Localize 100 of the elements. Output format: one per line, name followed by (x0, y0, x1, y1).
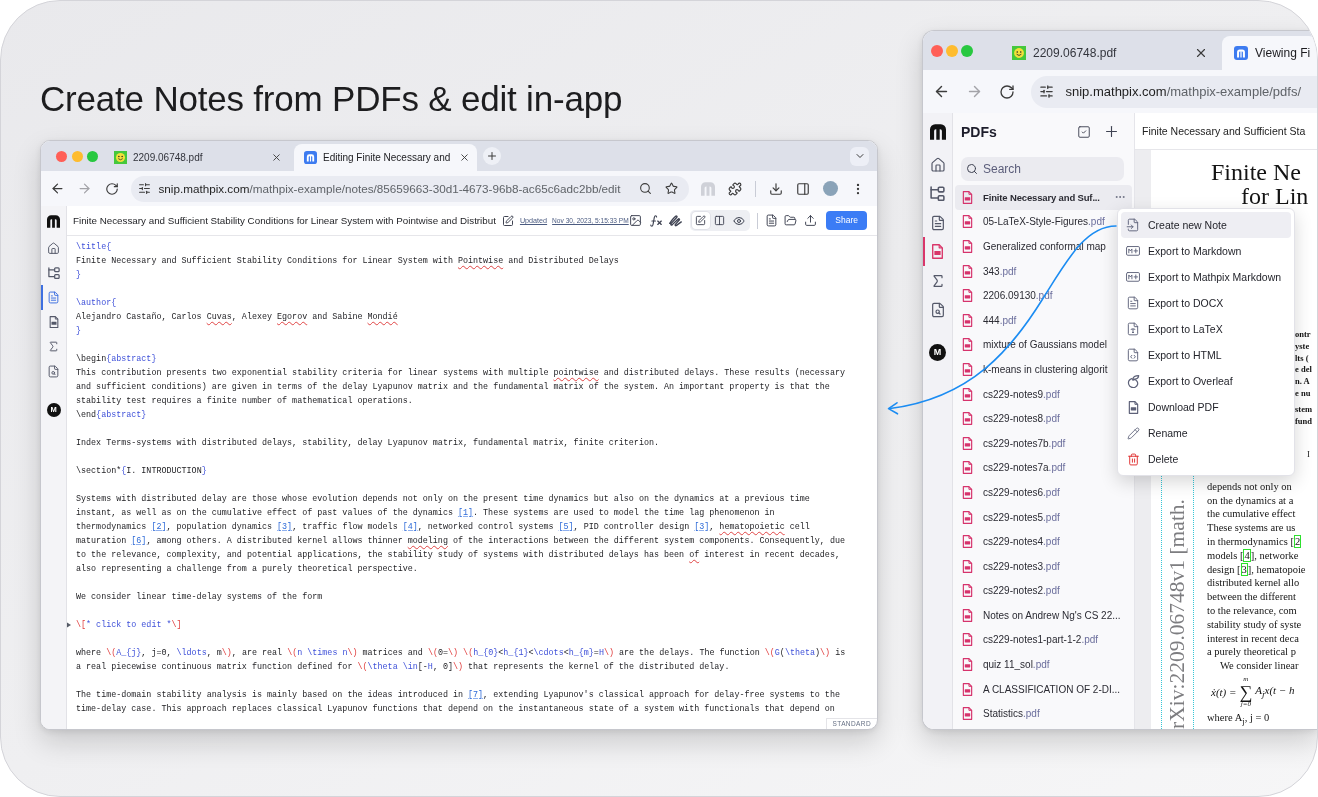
pdf-text-fragment: lts ( (1295, 352, 1309, 365)
new-tab-button[interactable] (483, 146, 501, 165)
address-bar[interactable]: snip.mathpix.com/mathpix-example/pdfs/ (1030, 75, 1317, 108)
side-panel-icon[interactable] (796, 181, 810, 196)
file-type-icon (1126, 322, 1140, 336)
document-icon (47, 291, 60, 304)
view-mode-button[interactable] (691, 212, 710, 229)
pdf-text-line: between the different (1207, 590, 1296, 604)
pdf-text-fragment: n. A (1295, 376, 1310, 388)
upload-icon[interactable] (803, 214, 817, 227)
download-icon[interactable] (769, 181, 783, 196)
browser-tab[interactable]: Viewing Fi (1222, 36, 1317, 70)
plus-icon[interactable] (1103, 123, 1120, 140)
file-icon (961, 215, 974, 229)
sliders-icon[interactable] (1038, 84, 1054, 99)
app-favicon-icon (304, 151, 317, 164)
reference-link[interactable]: [6] (131, 536, 147, 546)
file-list-item[interactable]: quiz 11_sol.pdf (955, 652, 1132, 677)
file-arrow-icon (1126, 218, 1140, 232)
reload-icon[interactable] (998, 83, 1015, 100)
reference-link[interactable]: [7] (468, 690, 484, 700)
reference-link[interactable]: [4] (402, 522, 418, 532)
code-line: We consider linear time-delay systems of the form (76, 591, 324, 604)
code-line: time-delay case. This approach replaces classical Lyapunov functions that depend on the instantaneous state of a system with functionals that depend on (76, 703, 836, 716)
reference-link[interactable]: [3] (277, 522, 293, 532)
star-icon[interactable] (665, 182, 678, 195)
file-list-item[interactable]: cs229-notes3.pdf (955, 553, 1132, 579)
code-line: Index Terms-systems with distributed delays, stability, delay Lyapunov matrix, fundamental matrix, finite criterion. (76, 437, 660, 450)
pdf-text-line: models [4], networke (1207, 548, 1299, 563)
file-icon (961, 313, 974, 327)
file-icon (961, 485, 974, 499)
file-icon (961, 338, 974, 352)
search-icon[interactable] (639, 182, 652, 195)
browser-tab[interactable]: 2209.06748.pdf (1000, 36, 1218, 70)
citation-link[interactable]: 4 (1243, 548, 1251, 562)
sigma-icon (47, 340, 60, 354)
code-line: \[* click to edit *\] (76, 619, 182, 632)
file-list-item[interactable]: cs229-notes4.pdf (955, 529, 1132, 554)
home-icon (929, 156, 946, 173)
file-icon (961, 707, 974, 721)
file-list-item[interactable]: cs229-notes2.pdf (955, 578, 1132, 604)
reference-link[interactable]: [5] (558, 522, 574, 532)
file-list-item[interactable]: Notes on Andrew Ng's CS 22... (955, 603, 1132, 628)
search-field[interactable]: Search (961, 157, 1124, 181)
code-line: and sufficient conditions) are given in terms of the delay Lyapunov matrix and the fundamental matrix of the system. An important property is that the (76, 381, 831, 394)
scribble-icon[interactable] (669, 214, 683, 227)
arxiv-id-text: rXiv:2209.06748v1 [math. (1166, 499, 1189, 729)
reference-link[interactable]: [2] (151, 522, 167, 532)
file-icon (930, 244, 945, 259)
close-tab-icon[interactable] (1194, 46, 1208, 60)
markdown-icon (1126, 272, 1140, 282)
code-line: The time-domain stability analysis is mainly based on the ideas introduced in [7], extending Lyapunov's classical approach for delay-free systems to the (76, 689, 841, 702)
headline: Create Notes from PDFs & edit in-app (40, 78, 623, 120)
file-list-item[interactable]: cs229-notes1-part-1-2.pdf (955, 627, 1132, 653)
citation-link[interactable]: 3 (1240, 562, 1248, 576)
check-square-icon[interactable] (1077, 124, 1091, 139)
browser-tab[interactable]: 2209.06748.pdf (104, 144, 289, 171)
sliders-icon[interactable] (137, 182, 151, 195)
user-avatar[interactable]: M (929, 344, 946, 361)
home-icon (47, 241, 60, 255)
file-icon (961, 240, 974, 253)
pdf-text-fragment: ontr (1295, 329, 1311, 341)
file-list-item[interactable]: Statistics.pdf (955, 701, 1132, 727)
share-button[interactable]: Share (826, 211, 867, 230)
reference-link[interactable]: [1] (457, 508, 474, 518)
tree-icon (930, 186, 945, 201)
code-line: also representing a challenge from a purely theoretical perspective. (76, 563, 419, 576)
code-line: \author{ (76, 297, 118, 310)
code-line: \title{ (76, 241, 113, 254)
document-icon[interactable] (764, 214, 778, 227)
tree-icon (47, 266, 60, 279)
pdf-text-line: distributed kernel allo (1207, 576, 1300, 591)
edit-icon[interactable] (501, 214, 514, 227)
file-list-item[interactable]: cs229-notes6.pdf (955, 480, 1132, 505)
app-favicon-icon (1234, 46, 1248, 60)
document-icon (929, 214, 946, 231)
reload-icon[interactable] (104, 181, 119, 196)
file-list-item[interactable]: A CLASSIFICATION OF 2-DI... (955, 676, 1132, 702)
file-list-item[interactable]: Finite Necessary and Suf... (955, 185, 1132, 210)
close-tab-icon[interactable] (459, 152, 470, 163)
reference-link[interactable]: [3] (694, 522, 710, 532)
file-icon (961, 584, 974, 598)
file-list-item[interactable]: cs229-notes5.pdf (955, 504, 1132, 530)
code-line: \end{abstract} (76, 409, 148, 422)
pdf-text-line: stability study of syste (1207, 617, 1302, 632)
pdf-text-line: on the dynamics at a (1207, 493, 1294, 508)
puzzle-icon[interactable] (728, 181, 742, 196)
document-title: Finite Necessary and Sufficient Sta (1142, 125, 1306, 137)
folder-icon[interactable] (784, 214, 798, 227)
address-bar[interactable]: snip.mathpix.com/mathpix-example/notes/85659663-30d1-4673-96b8-ac65c6adc2bb/edit (131, 175, 689, 202)
menu-item[interactable]: Create new Note (1121, 212, 1291, 238)
close-tab-icon[interactable] (271, 152, 282, 163)
code-file-icon (1126, 348, 1140, 362)
citation-link[interactable]: 2 (1293, 534, 1302, 548)
browser-tab[interactable]: Editing Finite Necessary and (294, 144, 477, 171)
image-icon[interactable] (629, 214, 643, 227)
file-icon (961, 535, 974, 549)
function-icon[interactable] (648, 213, 663, 228)
code-line: } (76, 269, 83, 282)
code-line: Alejandro Castaño, Carlos Cuvas, Alexey Egorov and Sabine Mondié (76, 311, 399, 324)
